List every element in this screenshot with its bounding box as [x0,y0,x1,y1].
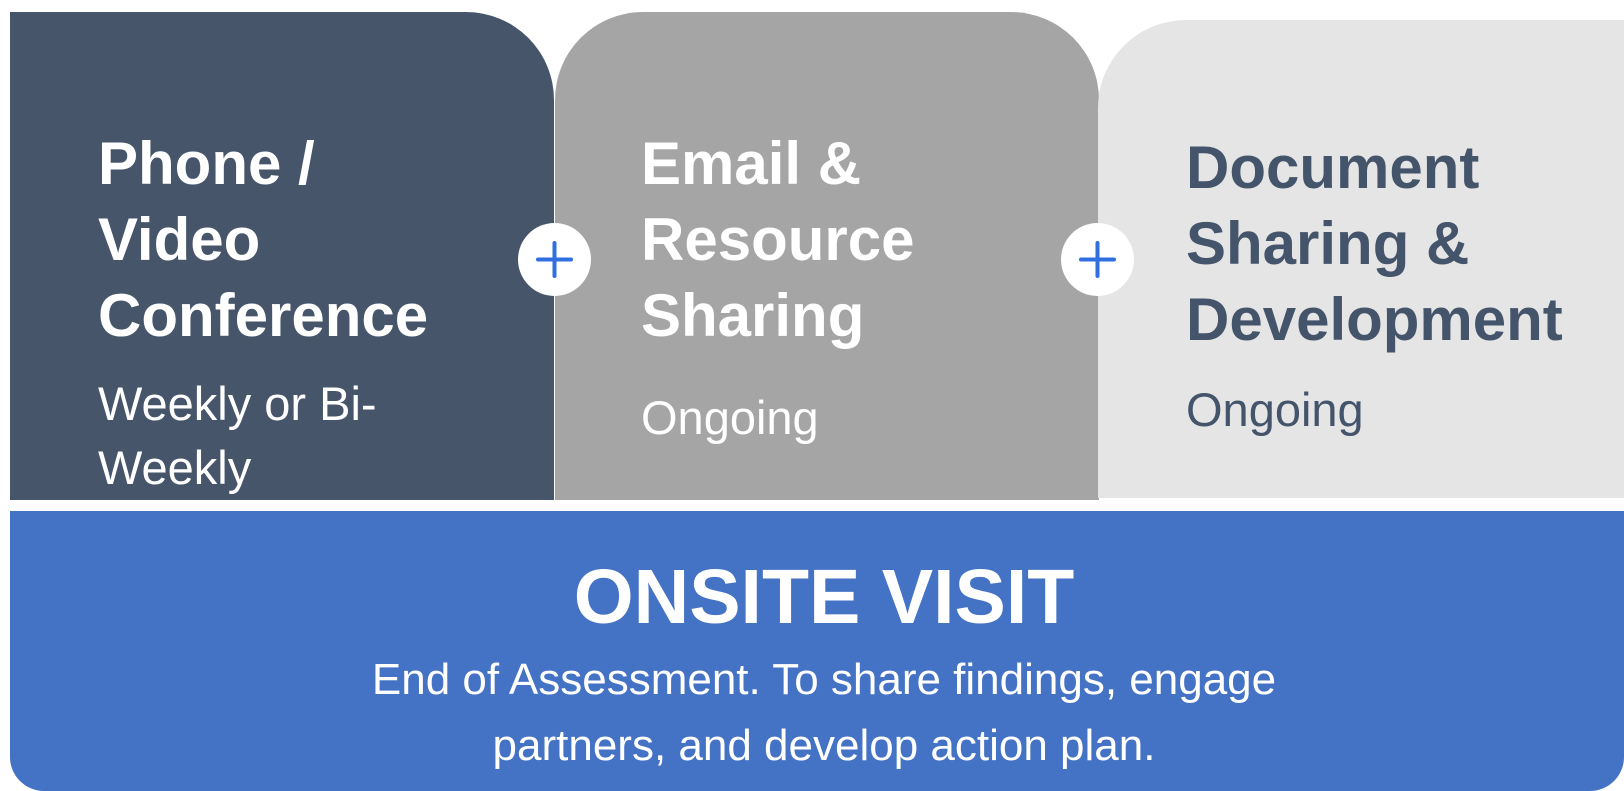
plus-icon [518,223,591,296]
card-title: Document Sharing & Development [1186,134,1563,353]
card-title: Phone / Video Conference [98,130,429,349]
plus-icon [1061,223,1134,296]
card-title: Email & Resource Sharing [641,130,915,349]
card-document-sharing-development: Document Sharing & Development Ongoing [1098,20,1624,498]
onsite-visit-banner: ONSITE VISIT End of Assessment. To share… [10,511,1624,791]
card-phone-video-conference: Phone / Video Conference Weekly or Bi- W… [10,12,554,500]
plus-icon-glyph [1079,241,1116,278]
card-frequency: Ongoing [641,391,819,444]
card-frequency: Ongoing [1186,383,1364,436]
card-email-resource-sharing: Email & Resource Sharing Ongoing [555,12,1099,500]
banner-title: ONSITE VISIT [573,554,1075,640]
plus-icon-glyph [536,241,573,278]
banner-description: End of Assessment. To share findings, en… [371,655,1277,770]
card-frequency: Weekly or Bi- Weekly [98,377,377,494]
